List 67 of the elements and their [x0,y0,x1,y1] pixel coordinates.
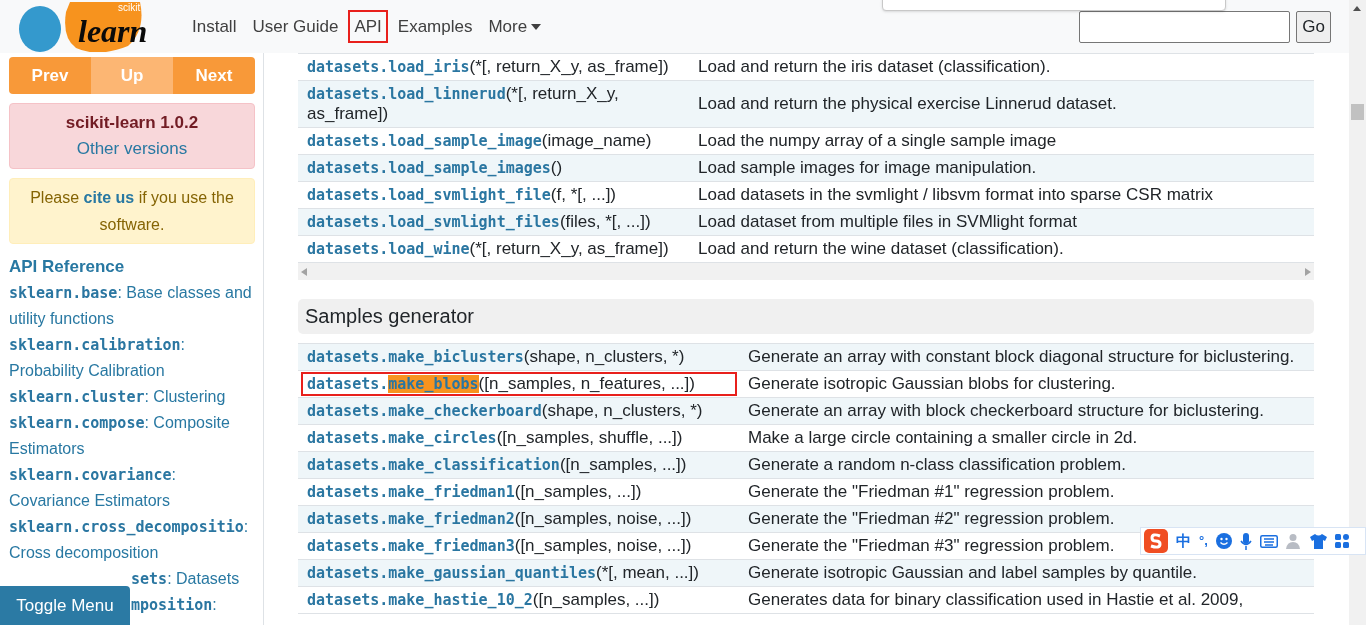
module-link[interactable]: sklearn.compose: Composite Estimators [9,410,255,462]
description-text: Generate the "Friedman #3" regression problem. [748,536,1115,556]
description-text: Load and return the physical exercise Linnerud dataset. [698,94,1117,114]
function-signature[interactable]: datasets.make_friedman2([n_samples, noise, ...]) [301,507,737,531]
module-link[interactable]: sets: Datasets [131,566,240,592]
microphone-icon[interactable] [1239,532,1252,550]
module-link[interactable]: sklearn.calibration: Probability Calibration [9,332,255,384]
description-text: Generate the "Friedman #1" regression problem. [748,482,1115,502]
function-signature[interactable]: datasets.load_wine(*[, return_X_y, as_frame]) [301,237,687,261]
function-signature[interactable]: datasets.make_hastie_10_2([n_samples, ...]) [301,588,737,612]
module-link[interactable]: sklearn.base: Base classes and utility functions [9,280,255,332]
function-signature[interactable]: datasets.load_sample_image(image_name) [301,129,687,153]
nav-link[interactable]: Examples [391,9,479,44]
keyboard-icon[interactable] [1259,534,1278,548]
punctuation-toggle[interactable]: °, [1199,531,1208,551]
nav-link[interactable]: API [348,9,388,44]
scroll-thumb[interactable] [1351,104,1364,120]
module-link[interactable]: sklearn.covariance: Covariance Estimators [9,462,255,514]
description-text: Generate a random n-class classification problem. [748,455,1126,475]
toggle-menu-button[interactable]: Toggle Menu [0,586,130,625]
description-text: Load sample images for image manipulation. [698,158,1037,178]
vertical-scrollbar[interactable] [1349,0,1366,625]
description-text: Generate the "Friedman #2" regression problem. [748,509,1115,529]
function-signature[interactable]: datasets.make_circles([n_samples, shuffle, ...]) [301,426,737,450]
section-title: Samples generator [298,299,1314,334]
function-signature[interactable]: datasets.load_svmlight_files(files, *[, ...]) [301,210,687,234]
description-text: Load the numpy array of a single sample image [698,131,1057,151]
grid-icon[interactable] [1334,534,1349,548]
description-text: Make a large circle containing a smaller circle in 2d. [748,428,1138,448]
search-field[interactable] [1079,10,1291,43]
description-text: Generate isotropic Gaussian and label samples by quantile. [748,563,1197,583]
cite-note: Please cite us if you use the software. [29,188,235,235]
function-signature[interactable]: datasets.make_classification([n_samples, ...]) [301,453,737,477]
description-text: Load and return the wine dataset (classification). [698,239,1064,259]
function-signature[interactable]: datasets.make_biclusters(shape, n_clusters, *) [301,345,737,369]
description-text: Load and return the iris dataset (classification). [698,57,1051,77]
section-heading[interactable]: API Reference [9,253,255,280]
function-signature[interactable]: datasets.make_friedman3([n_samples, noise, ...]) [301,534,737,558]
description-text: Generate isotropic Gaussian blobs for clustering. [748,374,1116,394]
logo-small-text: scikit [118,2,141,13]
module-link[interactable]: sklearn.cross_decompositio: Cross decomposition [9,514,255,566]
function-signature[interactable]: datasets.load_svmlight_file(f, *[, ...]) [301,183,687,207]
smiley-icon[interactable] [1215,533,1232,549]
language-toggle[interactable]: 中 [1176,529,1191,553]
function-signature[interactable]: datasets.load_linnerud(*[, return_X_y, as_frame]) [301,82,687,126]
module-link[interactable]: sklearn.cluster: Clustering [9,384,255,410]
nav-link[interactable]: More [482,9,548,44]
function-signature[interactable]: datasets.make_friedman1([n_samples, ...]) [301,480,737,504]
scroll-up-icon[interactable] [1353,6,1361,11]
input-method-logo-icon[interactable] [1144,529,1168,553]
version-title: scikit-learn 1.0.2 [64,112,200,134]
description-text: Generate an array with block checkerboard structure for biclustering. [748,401,1264,421]
nav-link[interactable]: Install [186,9,243,44]
module-link[interactable]: mposition: [131,592,217,618]
cite-link[interactable]: cite us [83,189,135,206]
description-text: Load datasets in the svmlight / libsvm format into sparse CSR matrix [698,185,1213,205]
description-text: Load dataset from multiple files in SVMlight format [698,212,1077,232]
description-text: Generate an array with constant block diagonal structure for biclustering. [748,347,1295,367]
description-text: Generates data for binary classification used in Hastie et al. 2009, [748,590,1244,610]
function-signature[interactable]: datasets.make_checkerboard(shape, n_clusters, *) [301,399,737,423]
versions-link[interactable]: Other versions [76,139,188,158]
function-signature[interactable]: datasets.make_gaussian_quantiles(*[, mean, ...]) [301,561,737,585]
nav-link[interactable]: User Guide [246,9,345,44]
shirt-icon[interactable] [1309,533,1327,549]
function-signature[interactable]: datasets.load_iris(*[, return_X_y, as_frame]) [301,55,687,79]
go-button[interactable]: Go [1296,10,1331,43]
function-signature[interactable]: datasets.load_sample_images() [301,156,687,180]
